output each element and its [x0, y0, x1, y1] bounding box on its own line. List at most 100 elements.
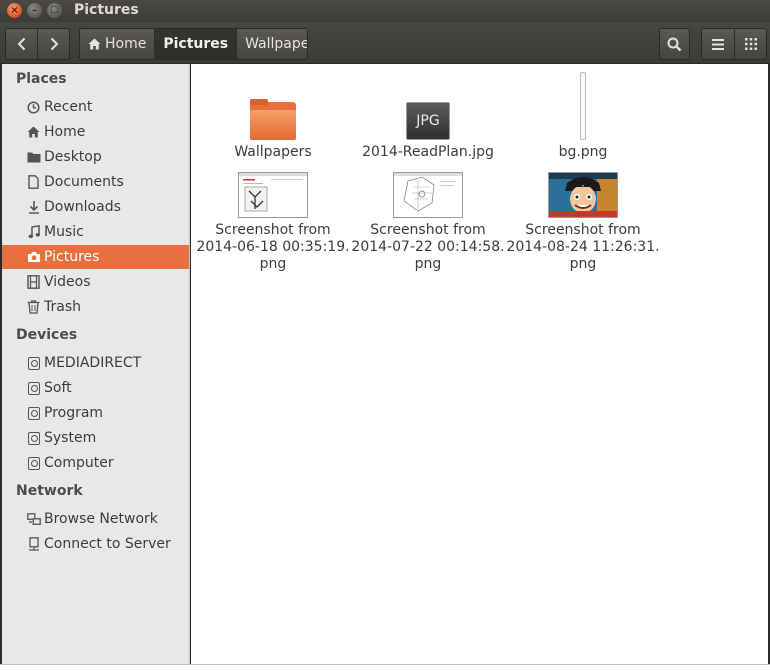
breadcrumb-pictures-label: Pictures	[163, 36, 229, 52]
minimize-icon: –	[32, 5, 37, 16]
breadcrumb: Home Pictures Wallpapers	[79, 28, 308, 60]
grid-view-icon	[744, 38, 757, 50]
back-button[interactable]	[6, 29, 37, 59]
file-name-line: Screenshot from	[525, 222, 641, 238]
sidebar-item-label: Downloads	[44, 199, 121, 215]
sidebar-item-label: Music	[44, 224, 84, 240]
breadcrumb-pictures[interactable]: Pictures	[154, 29, 237, 59]
breadcrumb-home-label: Home	[105, 36, 147, 52]
close-icon: ×	[10, 5, 19, 16]
grid-view-button[interactable]	[734, 29, 766, 59]
sidebar-item-browse-network[interactable]: Browse Network	[2, 507, 189, 531]
sidebar-item-recent[interactable]: Recent	[2, 95, 189, 119]
sidebar-item-home[interactable]: Home	[2, 120, 189, 144]
clock-icon	[25, 100, 42, 114]
devices-heading: Devices	[16, 327, 78, 343]
file-name: Wallpapers	[234, 144, 312, 160]
toolbar: Home Pictures Wallpapers	[0, 22, 770, 64]
drive-icon	[25, 356, 42, 370]
film-icon	[25, 275, 42, 289]
file-name-line: 2014-07-22 00:14:58.	[351, 239, 505, 255]
window-title: Pictures	[74, 2, 139, 18]
document-icon	[25, 175, 42, 189]
jpg-file-icon: JPG	[406, 102, 450, 140]
minimize-window-button[interactable]: –	[27, 3, 42, 18]
list-view-icon	[712, 38, 724, 50]
breadcrumb-home[interactable]: Home	[80, 29, 154, 59]
screenshot-thumbnail	[393, 172, 463, 218]
close-window-button[interactable]: ×	[7, 3, 22, 18]
file-item-bg-png[interactable]: bg.png	[503, 72, 663, 161]
sidebar-item-label: Pictures	[44, 249, 100, 265]
network-icon	[25, 512, 42, 526]
sidebar-item-pictures[interactable]: Pictures	[2, 245, 189, 269]
folder-icon	[250, 99, 296, 140]
file-view: Wallpapers JPG 2014-ReadPlan.jpg bg.png …	[191, 64, 768, 664]
chevron-right-icon	[50, 37, 59, 51]
sidebar-item-desktop[interactable]: Desktop	[2, 145, 189, 169]
sidebar-item-label: Recent	[44, 99, 93, 115]
window-bottom-edge	[0, 664, 770, 670]
image-thumbnail	[580, 72, 586, 140]
maximize-icon: □	[50, 5, 59, 15]
file-item-readplan-jpg[interactable]: JPG 2014-ReadPlan.jpg	[348, 102, 508, 161]
camera-icon	[25, 251, 42, 263]
network-heading: Network	[16, 483, 83, 499]
file-name-line: png	[259, 256, 287, 272]
chevron-left-icon	[17, 37, 25, 51]
forward-button[interactable]	[37, 29, 69, 59]
view-mode-group	[701, 28, 767, 60]
sidebar-item-label: Trash	[44, 299, 81, 315]
sidebar-item-music[interactable]: Music	[2, 220, 189, 244]
file-item-screenshot-0722[interactable]: Screenshot from 2014-07-22 00:14:58. png	[348, 172, 508, 273]
file-name-line: 2014-06-18 00:35:19.	[196, 239, 350, 255]
file-name-line: png	[414, 256, 442, 272]
sidebar-item-label: System	[44, 430, 97, 446]
places-heading: Places	[16, 71, 67, 87]
maximize-window-button[interactable]: □	[47, 3, 62, 18]
sidebar-item-program[interactable]: Program	[2, 401, 189, 425]
file-item-screenshot-0824[interactable]: Screenshot from 2014-08-24 11:26:31. png	[503, 172, 663, 273]
drive-icon	[25, 456, 42, 470]
sidebar-item-label: Computer	[44, 455, 114, 471]
sidebar-item-computer[interactable]: Computer	[2, 451, 189, 475]
sidebar-item-label: Connect to Server	[44, 536, 171, 552]
breadcrumb-wallpapers-label: Wallpapers	[245, 36, 307, 52]
sidebar-item-downloads[interactable]: Downloads	[2, 195, 189, 219]
list-view-button[interactable]	[702, 29, 734, 59]
sidebar-item-videos[interactable]: Videos	[2, 270, 189, 294]
sidebar-item-documents[interactable]: Documents	[2, 170, 189, 194]
sidebar-item-trash[interactable]: Trash	[2, 295, 189, 319]
sidebar-item-soft[interactable]: Soft	[2, 376, 189, 400]
sidebar-item-label: Documents	[44, 174, 124, 190]
screenshot-thumbnail	[548, 172, 618, 218]
sidebar-item-label: Browse Network	[44, 511, 158, 527]
breadcrumb-wallpapers[interactable]: Wallpapers	[236, 29, 307, 59]
file-name-line: Screenshot from	[215, 222, 331, 238]
folder-icon	[25, 151, 42, 163]
sidebar-item-label: Program	[44, 405, 104, 421]
sidebar-item-mediadirect[interactable]: MEDIADIRECT	[2, 351, 189, 375]
drive-icon	[25, 406, 42, 420]
sidebar-item-label: Home	[44, 124, 86, 140]
trash-icon	[25, 300, 42, 314]
file-name: Screenshot from 2014-06-18 00:35:19. png	[193, 222, 353, 273]
title-bar: × – □ Pictures	[0, 0, 770, 22]
music-icon	[25, 225, 42, 239]
file-item-wallpapers[interactable]: Wallpapers	[193, 99, 353, 161]
sidebar-item-label: Videos	[44, 274, 91, 290]
home-icon	[25, 126, 42, 138]
navigation-group	[5, 28, 70, 60]
file-name: bg.png	[558, 144, 608, 160]
sidebar-item-system[interactable]: System	[2, 426, 189, 450]
sidebar-item-label: Soft	[44, 380, 72, 396]
file-name-line: 2014-08-24 11:26:31.	[506, 239, 660, 255]
screenshot-thumbnail	[238, 172, 308, 218]
search-button[interactable]	[659, 28, 690, 60]
file-item-screenshot-0618[interactable]: Screenshot from 2014-06-18 00:35:19. png	[193, 172, 353, 273]
download-icon	[25, 200, 42, 214]
sidebar-item-label: MEDIADIRECT	[44, 355, 142, 371]
search-icon	[667, 37, 682, 51]
sidebar-item-connect-to-server[interactable]: Connect to Server	[2, 532, 189, 556]
server-icon	[25, 537, 42, 551]
